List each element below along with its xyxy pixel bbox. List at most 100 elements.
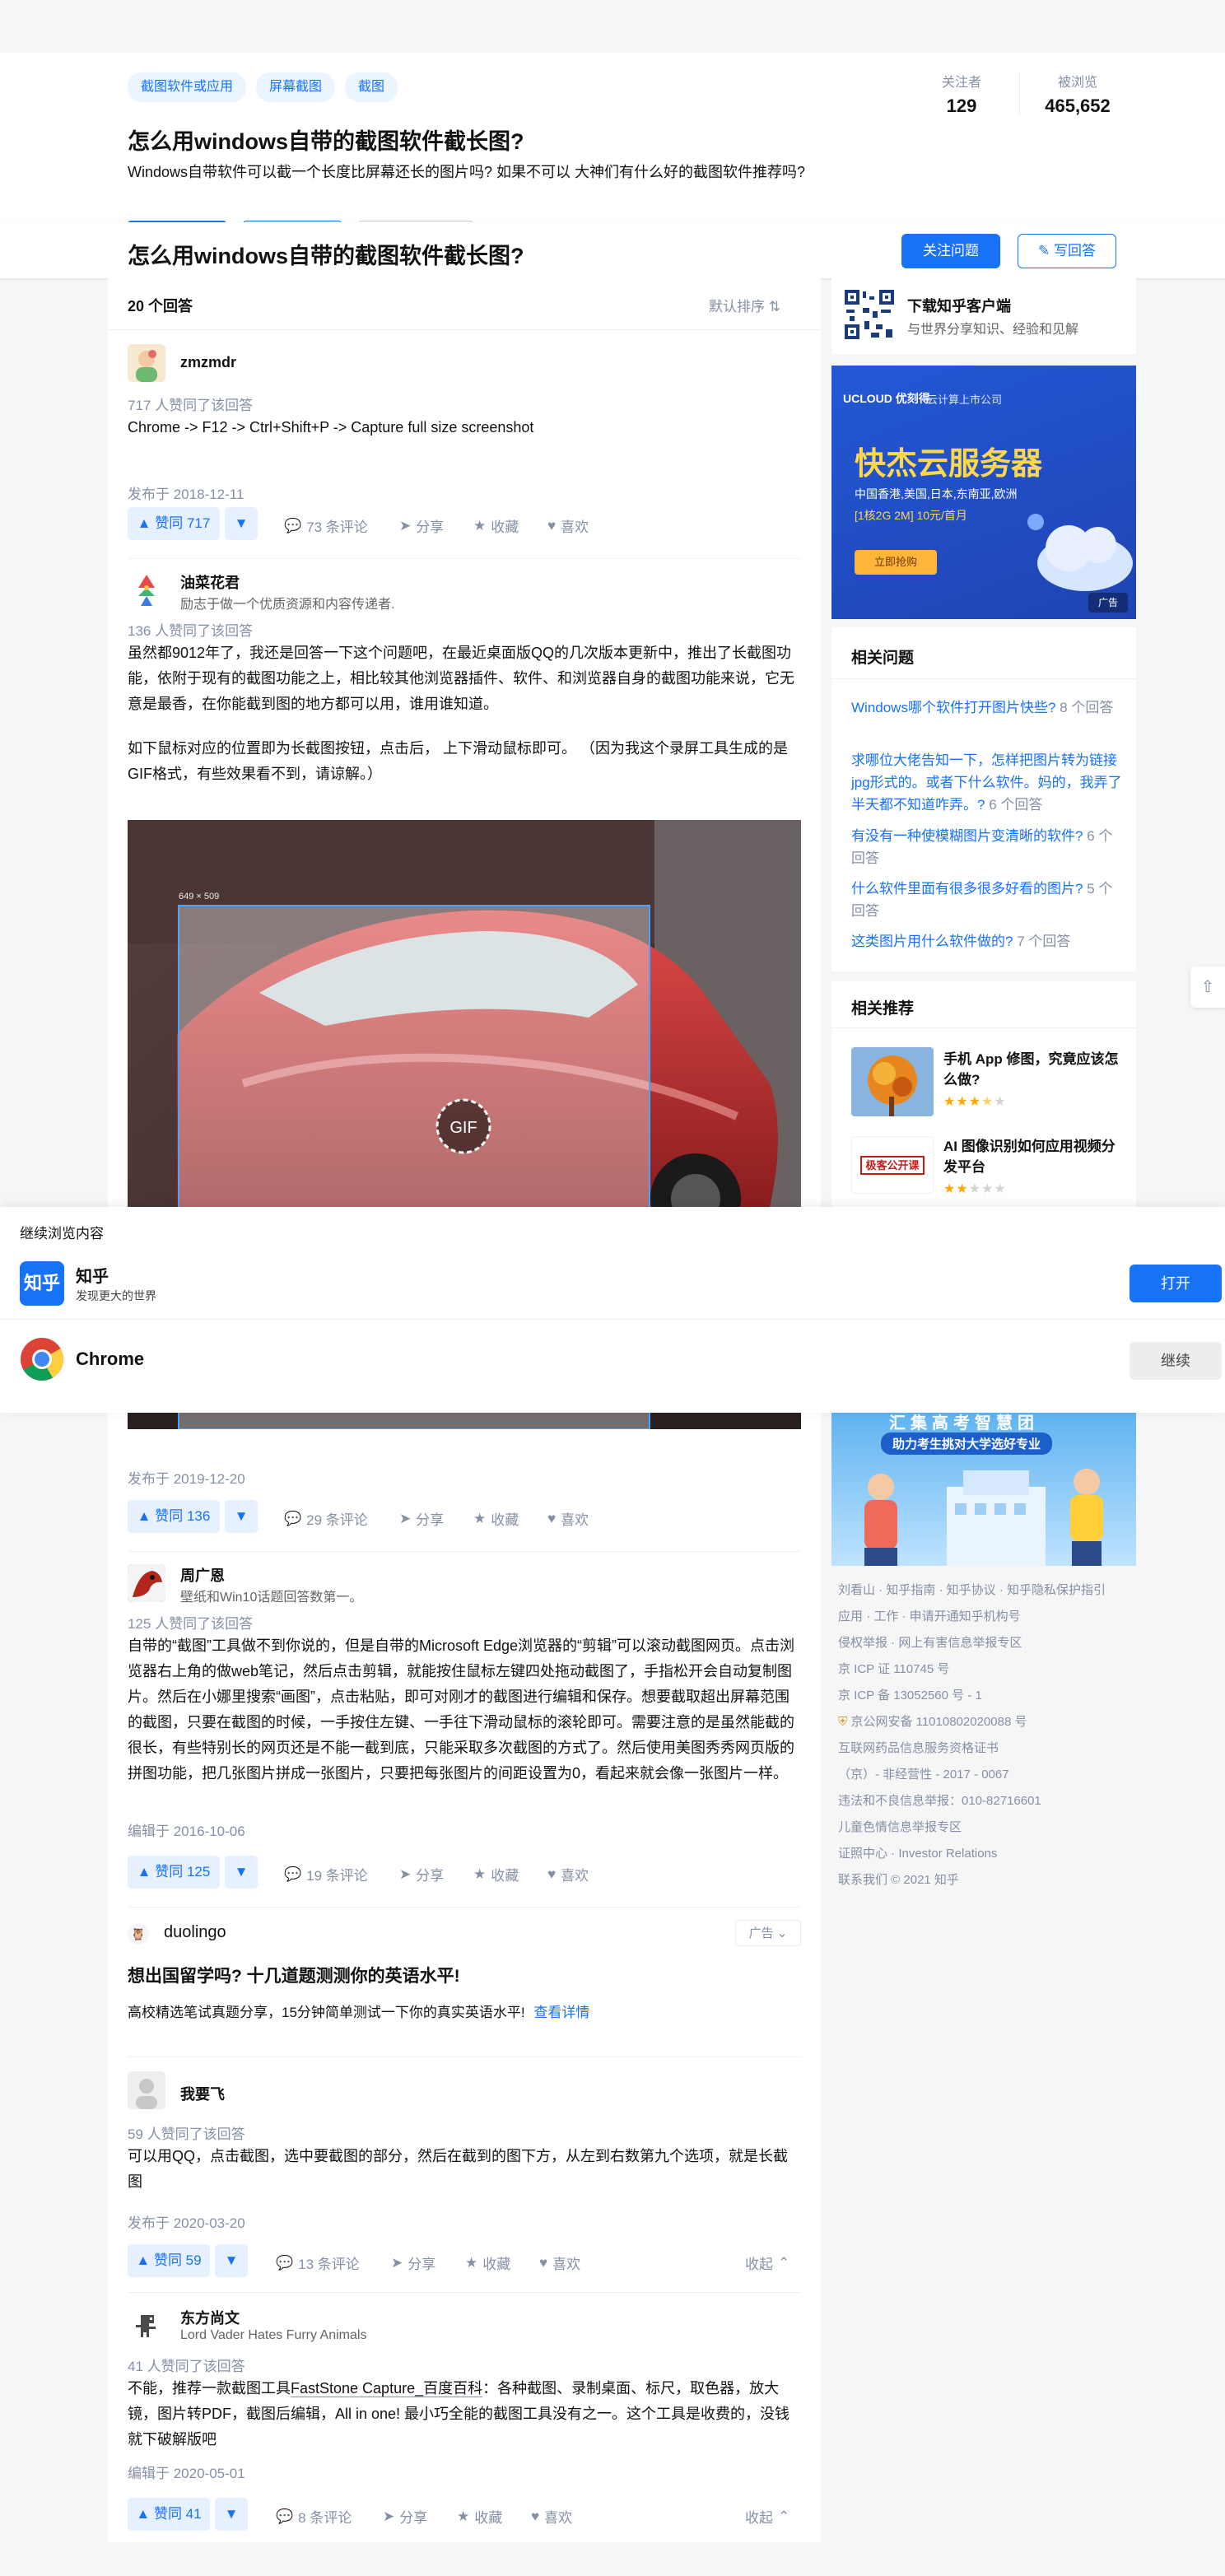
footer-line[interactable]: 京 ICP 备 13052560 号 - 1 — [838, 1683, 1134, 1709]
zhihu-option[interactable]: 知乎 知乎 发现更大的世界 打开 — [0, 1255, 1225, 1321]
collect-button[interactable]: ★ 收藏 — [457, 2506, 502, 2527]
recommend-cover-image: 极客公开课 — [851, 1136, 934, 1194]
sort-icon: ⇅ — [768, 299, 780, 314]
avatar[interactable] — [128, 571, 165, 609]
collect-button[interactable]: ★ 收藏 — [473, 1508, 519, 1529]
related-question-2[interactable]: 求哪位大佬告知一下，怎样把图片转为链接jpg形式的。或者下什么软件。妈的，我弄了… — [851, 749, 1123, 816]
comment-button[interactable]: 💬 13 条评论 — [276, 2252, 360, 2273]
related-question-3[interactable]: 有没有一种使模糊图片变清晰的软件? 6 个回答 — [851, 825, 1123, 869]
answer-time[interactable]: 发布于 2020-03-20 — [128, 2211, 245, 2232]
footer-line[interactable]: 违法和不良信息举报：010-82716601 — [838, 1788, 1134, 1814]
share-button[interactable]: ➤ 分享 — [383, 2506, 427, 2527]
zhihu-app-desc: 发现更大的世界 — [76, 1289, 156, 1302]
avatar[interactable] — [128, 1564, 165, 1602]
footer-line[interactable]: （京）- 非经营性 - 2017 - 0067 — [838, 1762, 1134, 1788]
comment-button[interactable]: 💬 73 条评论 — [284, 515, 368, 536]
tag-screenshot-software[interactable]: 截图软件或应用 — [128, 72, 247, 102]
download-app-card[interactable]: 下载知乎客户端 与世界分享知识、经验和见解 — [831, 278, 1136, 354]
collect-button[interactable]: ★ 收藏 — [465, 2252, 510, 2273]
ucloud-ad-banner[interactable]: UCLOUD 优刻得 云计算上市公司 快杰云服务器 中国香港,美国,日本,东南亚… — [831, 366, 1136, 619]
back-to-top-button[interactable]: ⇧ — [1190, 967, 1225, 1008]
comment-button[interactable]: 💬 29 条评论 — [284, 1508, 368, 1529]
like-button[interactable]: ♥ 喜欢 — [547, 515, 589, 536]
footer-line[interactable]: 京 ICP 证 110745 号 — [838, 1656, 1134, 1683]
answer-time[interactable]: 发布于 2019-12-20 — [128, 1467, 245, 1488]
related-question-1[interactable]: Windows哪个软件打开图片快些? 8 个回答 — [851, 696, 1123, 719]
upvote-button[interactable]: ▲ 赞同 125 — [128, 1856, 220, 1889]
author-name[interactable]: 我要飞 — [180, 2083, 225, 2104]
write-answer-button[interactable]: ✎ 写回答 — [1018, 234, 1116, 268]
footer-line[interactable]: ⛨ 京公网安备 11010802020088 号 — [838, 1709, 1134, 1735]
star-icon: ★ — [457, 2508, 470, 2524]
avatar[interactable] — [128, 344, 165, 382]
followers-count: 129 — [946, 95, 977, 116]
collect-button[interactable]: ★ 收藏 — [473, 515, 519, 536]
share-button[interactable]: ➤ 分享 — [399, 515, 444, 536]
footer-line[interactable]: 联系我们 © 2021 知乎 — [838, 1867, 1134, 1894]
ad-card[interactable]: 🦉 duolingo 广告 ⌄ 想出国留学吗? 十几道题测测你的英语水平! 高校… — [128, 1920, 801, 2043]
like-button[interactable]: ♥ 喜欢 — [547, 1508, 589, 1529]
downvote-button[interactable]: ▼ — [215, 2244, 248, 2277]
downvote-button[interactable]: ▼ — [225, 1856, 258, 1889]
collect-button[interactable]: ★ 收藏 — [473, 1864, 519, 1884]
footer-line[interactable]: 证照中心 · Investor Relations — [838, 1841, 1134, 1867]
answer-time[interactable]: 发布于 2018-12-11 — [128, 482, 244, 503]
footer-line[interactable]: 互联网药品信息服务资格证书 — [838, 1735, 1134, 1762]
recommend-item[interactable]: 极客公开课 AI 图像识别如何应用视频分发平台 ★★★★★ — [851, 1136, 1123, 1196]
sort-dropdown[interactable]: 默认排序 ⇅ — [709, 295, 780, 315]
upvote-button[interactable]: ▲ 赞同 717 — [128, 507, 220, 540]
like-button[interactable]: ♥ 喜欢 — [539, 2252, 580, 2273]
footer-line[interactable]: 儿童色情信息举报专区 — [838, 1814, 1134, 1841]
tag-capture[interactable]: 截图 — [345, 72, 398, 102]
share-button[interactable]: ➤ 分享 — [399, 1508, 444, 1529]
downvote-button[interactable]: ▼ — [225, 507, 258, 540]
related-question-5[interactable]: 这类图片用什么软件做的? 7 个回答 — [851, 930, 1123, 953]
author-name[interactable]: 周广恩 — [180, 1564, 225, 1586]
answer-time[interactable]: 编辑于 2020-05-01 — [128, 2462, 245, 2482]
open-app-button[interactable]: 打开 — [1130, 1265, 1222, 1302]
chrome-option[interactable]: Chrome 继续 — [0, 1325, 1225, 1391]
footer-line[interactable]: 侵权举报 · 网上有害信息举报专区 — [838, 1630, 1134, 1656]
upvote-button[interactable]: ▲ 赞同 59 — [128, 2244, 210, 2277]
footer-line[interactable]: 应用 · 工作 · 申请开通知乎机构号 — [838, 1604, 1134, 1630]
share-icon: ➤ — [391, 2254, 403, 2271]
author-bio: 壁纸和Win10话题回答数第一。 — [180, 1591, 363, 1605]
share-button[interactable]: ➤ 分享 — [391, 2252, 436, 2273]
collapse-button[interactable]: 收起 ⌃ — [745, 2252, 789, 2273]
faststone-link[interactable]: FastStone Capture_百度百科 — [291, 2380, 483, 2397]
chevron-up-icon: ⌃ — [778, 2508, 790, 2524]
ad-detail-link[interactable]: 查看详情 — [533, 2005, 589, 2020]
ad-badge: 广告 — [1088, 593, 1128, 613]
share-button[interactable]: ➤ 分享 — [399, 1864, 444, 1884]
tag-screen-capture[interactable]: 屏幕截图 — [256, 72, 336, 102]
downvote-button[interactable]: ▼ — [225, 1500, 258, 1533]
follow-question-button[interactable]: 关注问题 — [901, 234, 1000, 268]
recommend-title: 相关推荐 — [851, 1000, 915, 1018]
footer-line[interactable]: 刘看山 · 知乎指南 · 知乎协议 · 知乎隐私保护指引 — [838, 1577, 1134, 1604]
recommend-item[interactable]: 手机 App 修图，究竟应该怎么做? ★★★★★ — [851, 1047, 1123, 1116]
comment-button[interactable]: 💬 19 条评论 — [284, 1864, 368, 1884]
avatar[interactable] — [128, 2307, 165, 2345]
like-button[interactable]: ♥ 喜欢 — [531, 2506, 572, 2527]
downvote-button[interactable]: ▼ — [215, 2498, 248, 2531]
comment-button[interactable]: 💬 8 条评论 — [276, 2506, 352, 2527]
sticky-question-title: 怎么用windows自带的截图软件截长图? — [128, 244, 524, 268]
banner-cta-button[interactable]: 立即抢购 — [855, 550, 937, 575]
related-question-4[interactable]: 什么软件里面有很多很多好看的图片? 5 个回答 — [851, 878, 1123, 922]
collapse-button[interactable]: 收起 ⌃ — [745, 2506, 789, 2527]
author-name[interactable]: 东方尚文 — [180, 2307, 240, 2328]
down-triangle-icon: ▼ — [234, 515, 249, 531]
continue-in-browser-button[interactable]: 继续 — [1130, 1342, 1222, 1380]
like-button[interactable]: ♥ 喜欢 — [547, 1864, 589, 1884]
heart-icon: ♥ — [547, 1866, 557, 1882]
gaokao-ad-banner[interactable]: 汇集高考智慧团 助力考生挑对大学选好专业 — [831, 1413, 1136, 1566]
author-name[interactable]: 油菜花君 — [180, 571, 240, 593]
ad-title[interactable]: 想出国留学吗? 十几道题测测你的英语水平! — [128, 1963, 460, 1987]
upvote-button[interactable]: ▲ 赞同 136 — [128, 1500, 220, 1533]
avatar[interactable] — [128, 2071, 165, 2109]
ad-label-dropdown[interactable]: 广告 ⌄ — [735, 1920, 801, 1946]
answer-time[interactable]: 编辑于 2016-10-06 — [128, 1819, 245, 1840]
followers-label: 关注者 — [941, 76, 981, 90]
author-name[interactable]: zmzmdr — [180, 354, 236, 371]
upvote-button[interactable]: ▲ 赞同 41 — [128, 2498, 210, 2531]
